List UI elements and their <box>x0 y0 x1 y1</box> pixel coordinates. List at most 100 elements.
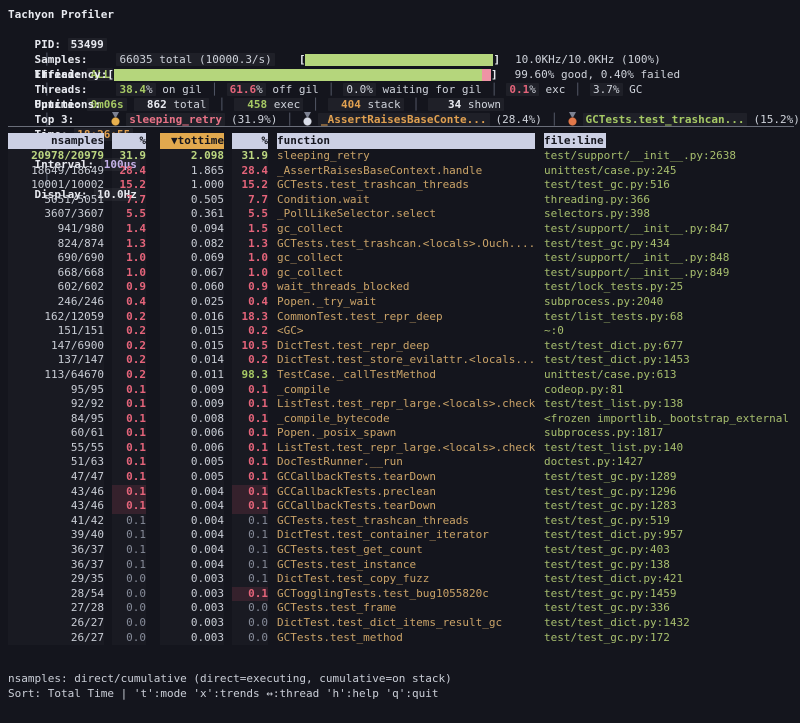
threads-metric-label: waiting for gil <box>376 83 482 96</box>
table-row[interactable]: 95/950.10.0090.1_compilecodeop.py:81 <box>8 383 800 398</box>
cell-tottime: 0.361 <box>160 207 224 222</box>
table-row[interactable]: 36/370.10.0040.1GCTests.test_get_countte… <box>8 543 800 558</box>
cell-pct-cumulative: 10.5 <box>232 339 268 354</box>
cell-tottime: 0.016 <box>160 310 224 325</box>
top-function-name[interactable]: GCTests.test_trashcan... <box>583 113 748 126</box>
cell-pct-cumulative: 0.1 <box>232 412 268 427</box>
table-row[interactable]: 60/610.10.0060.1Popen._posix_spawnsubpro… <box>8 426 800 441</box>
cell-tottime: 0.003 <box>160 572 224 587</box>
cell-pct-cumulative: 0.1 <box>232 558 268 573</box>
cell-function: GCTogglingTests.test_bug1055820c <box>277 587 535 602</box>
footer: nsamples: direct/cumulative (direct=exec… <box>8 671 800 701</box>
column-header-pct-cumulative[interactable]: % <box>232 133 268 149</box>
cell-function: Popen._posix_spawn <box>277 426 535 441</box>
table-row[interactable]: 162/120590.20.01618.3CommonTest.test_rep… <box>8 310 800 325</box>
table-row[interactable]: 3607/36075.50.3615.5_PollLikeSelector.se… <box>8 207 800 222</box>
column-header-function[interactable]: function <box>277 133 535 149</box>
table-row[interactable]: 690/6901.00.0691.0gc_collecttest/support… <box>8 251 800 266</box>
table-row[interactable]: 26/270.00.0030.0DictTest.test_dict_items… <box>8 616 800 631</box>
cell-nsamples: 3607/3607 <box>8 207 104 222</box>
table-row[interactable]: 43/460.10.0040.1GCCallbackTests.preclean… <box>8 485 800 500</box>
cell-function: DictTest.test_copy_fuzz <box>277 572 535 587</box>
column-header-nsamples[interactable]: nsamples <box>8 133 104 149</box>
table-row[interactable]: 28/540.00.0030.1GCTogglingTests.test_bug… <box>8 587 800 602</box>
table-row[interactable]: 20978/2097931.92.09831.9sleeping_retryte… <box>8 149 800 164</box>
cell-tottime: 0.505 <box>160 193 224 208</box>
cell-tottime: 0.011 <box>160 368 224 383</box>
table-row[interactable]: 10001/1000215.21.00015.2GCTests.test_tra… <box>8 178 800 193</box>
table-row[interactable]: 147/69000.20.01510.5DictTest.test_repr_d… <box>8 339 800 354</box>
percent-sign: % <box>146 83 153 96</box>
cell-function: Popen._try_wait <box>277 295 535 310</box>
cell-nsamples: 55/55 <box>8 441 104 456</box>
cell-fileline: doctest.py:1427 <box>544 455 800 470</box>
table-row[interactable]: 47/470.10.0050.1GCCallbackTests.tearDown… <box>8 470 800 485</box>
cell-pct-cumulative: 1.3 <box>232 237 268 252</box>
table-row[interactable]: 41/420.10.0040.1GCTests.test_trashcan_th… <box>8 514 800 529</box>
table-row[interactable]: 43/460.10.0040.1GCCallbackTests.tearDown… <box>8 499 800 514</box>
column-header-pct-direct[interactable]: % <box>112 133 146 149</box>
cell-fileline: test/test_gc.py:172 <box>544 631 800 646</box>
cell-function: _PollLikeSelector.select <box>277 207 535 222</box>
table-row[interactable]: 668/6681.00.0671.0gc_collecttest/support… <box>8 266 800 281</box>
cell-tottime: 0.015 <box>160 324 224 339</box>
table-row[interactable]: 113/646700.20.01198.3TestCase._callTestM… <box>8 368 800 383</box>
table-row[interactable]: 941/9801.40.0941.5gc_collecttest/support… <box>8 222 800 237</box>
cell-pct-direct: 0.1 <box>112 528 146 543</box>
table-row[interactable]: 602/6020.90.0600.9wait_threads_blockedte… <box>8 280 800 295</box>
table-row[interactable]: 27/280.00.0030.0GCTests.test_frametest/t… <box>8 601 800 616</box>
cell-fileline: test/test_gc.py:336 <box>544 601 800 616</box>
cell-pct-direct: 0.9 <box>112 280 146 295</box>
table-row[interactable]: 51/630.10.0050.1DocTestRunner.__rundocte… <box>8 455 800 470</box>
column-header-tottime-sorted[interactable]: ▼tottime <box>160 133 224 149</box>
separator: │ <box>574 83 581 96</box>
cell-fileline: test/test_gc.py:516 <box>544 178 800 193</box>
threads-metric-value: 0.0 <box>346 83 366 96</box>
table-row[interactable]: 246/2460.40.0250.4Popen._try_waitsubproc… <box>8 295 800 310</box>
table-row[interactable]: 84/950.10.0080.1_compile_bytecode<frozen… <box>8 412 800 427</box>
table-row[interactable]: 137/1470.20.0140.2DictTest.test_store_ev… <box>8 353 800 368</box>
samples-rate: 10.0KHz/10.0KHz (100%) <box>515 53 661 66</box>
table-row[interactable]: 29/350.00.0030.1DictTest.test_copy_fuzzt… <box>8 572 800 587</box>
table-row[interactable]: 36/370.10.0040.1GCTests.test_instancetes… <box>8 558 800 573</box>
top-function-name[interactable]: sleeping_retry <box>126 113 225 126</box>
cell-pct-cumulative: 0.0 <box>232 631 268 646</box>
table-row[interactable]: 151/1510.20.0150.2<GC>~:0 <box>8 324 800 339</box>
samples-row: Samples:66035 total (10000.3/s)[]10.0KHz… <box>8 37 800 52</box>
threads-metric-value: 38.4 <box>119 83 146 96</box>
table-row[interactable]: 26/270.00.0030.0GCTests.test_methodtest/… <box>8 631 800 646</box>
cell-pct-direct: 5.5 <box>112 207 146 222</box>
table-row[interactable]: 18649/1864928.41.86528.4_AssertRaisesBas… <box>8 164 800 179</box>
cell-nsamples: 39/40 <box>8 528 104 543</box>
table-row[interactable]: 92/920.10.0090.1ListTest.test_repr_large… <box>8 397 800 412</box>
table-row[interactable]: 5051/50517.70.5057.7Condition.waitthread… <box>8 193 800 208</box>
cell-nsamples: 5051/5051 <box>8 193 104 208</box>
efficiency-summary: 99.60% good, 0.40% failed <box>515 68 681 81</box>
cell-nsamples: 92/92 <box>8 397 104 412</box>
cell-pct-cumulative: 0.1 <box>232 499 268 514</box>
cell-pct-direct: 0.0 <box>112 601 146 616</box>
separator: │ <box>312 98 319 111</box>
table-row[interactable]: 39/400.10.0040.1DictTest.test_container_… <box>8 528 800 543</box>
cell-pct-cumulative: 0.1 <box>232 572 268 587</box>
cell-nsamples: 137/147 <box>8 353 104 368</box>
table-row[interactable]: 824/8741.30.0821.3GCTests.test_trashcan.… <box>8 237 800 252</box>
cell-function: _compile_bytecode <box>277 412 535 427</box>
cell-function: sleeping_retry <box>277 149 535 164</box>
threads-label: Threads: <box>35 83 88 96</box>
table-row[interactable]: 55/550.10.0060.1ListTest.test_repr_large… <box>8 441 800 456</box>
top-function-name[interactable]: _AssertRaisesBaseConte... <box>318 113 490 126</box>
cell-function: Condition.wait <box>277 193 535 208</box>
cell-pct-direct: 28.4 <box>112 164 146 179</box>
cell-tottime: 0.009 <box>160 383 224 398</box>
cell-function: wait_threads_blocked <box>277 280 535 295</box>
cell-function: TestCase._callTestMethod <box>277 368 535 383</box>
cell-function: gc_collect <box>277 266 535 281</box>
cell-nsamples: 60/61 <box>8 426 104 441</box>
cell-tottime: 0.003 <box>160 631 224 646</box>
cell-fileline: unittest/case.py:613 <box>544 368 800 383</box>
cell-tottime: 0.004 <box>160 485 224 500</box>
cell-nsamples: 162/12059 <box>8 310 104 325</box>
column-header-fileline[interactable]: file:line <box>544 133 606 148</box>
samples-bar-open: [ <box>299 53 306 66</box>
